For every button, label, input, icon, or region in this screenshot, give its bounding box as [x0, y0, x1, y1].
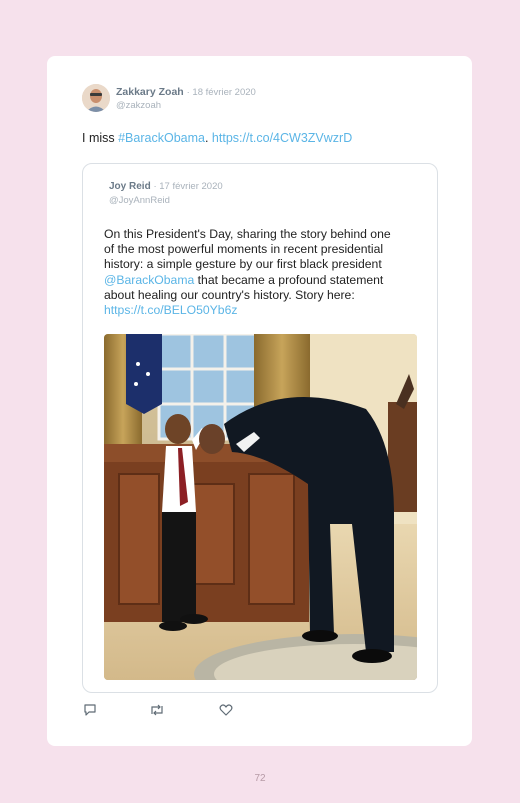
hashtag-link[interactable]: #BarackObama — [118, 131, 205, 145]
tweet-text-prefix: I miss — [82, 131, 119, 145]
heart-icon[interactable] — [219, 703, 233, 717]
tweet-card: Zakkary Zoah · 18 février 2020 @zakzoah … — [47, 56, 472, 746]
author-avatar[interactable] — [82, 84, 110, 112]
quoted-author-name[interactable]: Joy Reid — [109, 181, 151, 192]
tweet-date: · 18 février 2020 — [186, 87, 256, 98]
retweet-icon[interactable] — [149, 703, 163, 717]
quoted-text-part1: On this President's Day, sharing the sto… — [104, 227, 391, 272]
quoted-tweet-date: · 17 février 2020 — [153, 181, 223, 192]
tweet-photo[interactable] — [104, 334, 417, 680]
page-number: 72 — [254, 773, 266, 784]
quoted-author-line: Joy Reid · 17 février 2020 — [109, 181, 223, 192]
quoted-tweet[interactable]: Joy Reid · 17 février 2020 @JoyAnnReid O… — [82, 163, 438, 693]
reply-icon[interactable] — [83, 703, 97, 717]
tweet-url-link[interactable]: https://t.co/4CW3ZVwzrD — [212, 131, 352, 145]
author-name[interactable]: Zakkary Zoah — [116, 86, 184, 98]
author-line: Zakkary Zoah · 18 février 2020 — [116, 86, 256, 98]
quoted-tweet-text: On this President's Day, sharing the sto… — [104, 227, 404, 318]
quoted-author-handle[interactable]: @JoyAnnReid — [109, 195, 170, 206]
tweet-text-middle: . — [204, 131, 212, 145]
quoted-url-link[interactable]: https://t.co/BELO50Yb6z — [104, 303, 237, 317]
author-handle[interactable]: @zakzoah — [116, 100, 161, 111]
mention-link[interactable]: @BarackObama — [104, 273, 194, 287]
tweet-text: I miss #BarackObama. https://t.co/4CW3ZV… — [82, 131, 352, 145]
